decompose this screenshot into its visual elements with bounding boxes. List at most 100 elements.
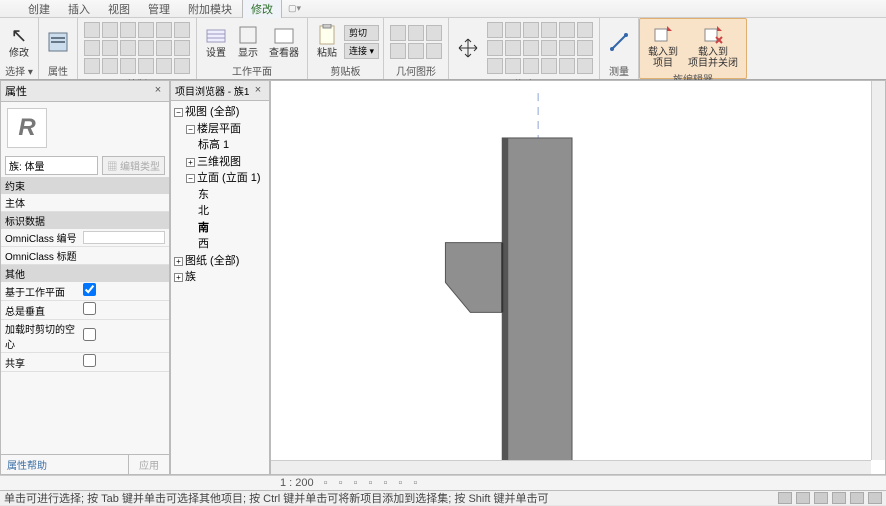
tab-view[interactable]: 视图 bbox=[100, 0, 138, 18]
modify-button[interactable]: ↖ 修改 bbox=[4, 22, 34, 61]
move-button[interactable] bbox=[453, 35, 483, 61]
modify-tool[interactable] bbox=[559, 22, 575, 38]
properties-button[interactable] bbox=[43, 29, 73, 55]
join-button[interactable]: 连接 ▾ bbox=[344, 43, 379, 59]
set-workplane-button[interactable]: 设置 bbox=[201, 22, 231, 61]
tab-manage[interactable]: 管理 bbox=[140, 0, 178, 18]
modify-tool[interactable] bbox=[541, 40, 557, 56]
draw-tool[interactable] bbox=[174, 22, 190, 38]
tree-east[interactable]: 东 bbox=[174, 187, 266, 204]
vertical-scrollbar[interactable] bbox=[871, 81, 885, 460]
draw-tool[interactable] bbox=[120, 40, 136, 56]
modify-tool[interactable] bbox=[487, 40, 503, 56]
group-label-select[interactable]: 选择 ▾ bbox=[4, 63, 34, 79]
draw-tool[interactable] bbox=[84, 22, 100, 38]
tree-south[interactable]: 南 bbox=[174, 220, 266, 237]
tree-views[interactable]: −视图 (全部) bbox=[174, 104, 266, 121]
close-icon[interactable]: × bbox=[251, 84, 265, 98]
type-selector[interactable]: 族: 体量 bbox=[5, 156, 98, 175]
status-icon[interactable] bbox=[850, 492, 864, 504]
draw-tool[interactable] bbox=[156, 22, 172, 38]
draw-tool[interactable] bbox=[156, 58, 172, 74]
ribbon-expand-icon[interactable]: ▢▾ bbox=[288, 3, 301, 14]
drawing-canvas[interactable] bbox=[270, 80, 886, 475]
modify-tool[interactable] bbox=[577, 58, 593, 74]
collapse-icon[interactable]: − bbox=[186, 125, 195, 134]
tree-west[interactable]: 西 bbox=[174, 236, 266, 253]
tab-addins[interactable]: 附加模块 bbox=[180, 0, 240, 18]
modify-tool[interactable] bbox=[487, 58, 503, 74]
cut-checkbox[interactable] bbox=[83, 328, 96, 341]
close-icon[interactable]: × bbox=[151, 84, 165, 98]
draw-tool[interactable] bbox=[120, 58, 136, 74]
modify-tool[interactable] bbox=[577, 22, 593, 38]
geom-tool[interactable] bbox=[390, 43, 406, 59]
horizontal-scrollbar[interactable] bbox=[271, 460, 871, 474]
tree-elevations[interactable]: −立面 (立面 1) bbox=[174, 170, 266, 187]
edit-type-button[interactable]: ▦ 编辑类型 bbox=[102, 156, 165, 175]
geom-tool[interactable] bbox=[408, 25, 424, 41]
modify-tool[interactable] bbox=[523, 22, 539, 38]
draw-tool[interactable] bbox=[120, 22, 136, 38]
show-workplane-button[interactable]: 显示 bbox=[233, 22, 263, 61]
draw-tool[interactable] bbox=[102, 58, 118, 74]
expand-icon[interactable]: + bbox=[186, 158, 195, 167]
modify-tool[interactable] bbox=[487, 22, 503, 38]
status-icon[interactable] bbox=[778, 492, 792, 504]
modify-tool[interactable] bbox=[577, 40, 593, 56]
modify-tool[interactable] bbox=[523, 40, 539, 56]
draw-tool[interactable] bbox=[156, 40, 172, 56]
draw-tool[interactable] bbox=[84, 58, 100, 74]
status-icon[interactable] bbox=[814, 492, 828, 504]
view-controls[interactable]: ▫ ▫ ▫ ▫ ▫ ▫ ▫ bbox=[324, 477, 422, 489]
tab-create[interactable]: 创建 bbox=[20, 0, 58, 18]
geom-tool[interactable] bbox=[390, 25, 406, 41]
modify-tool[interactable] bbox=[541, 58, 557, 74]
shared-checkbox[interactable] bbox=[83, 354, 96, 367]
geom-tool[interactable] bbox=[426, 25, 442, 41]
workplane-checkbox[interactable] bbox=[83, 283, 96, 296]
paste-button[interactable]: 粘贴 bbox=[312, 22, 342, 61]
tab-modify[interactable]: 修改 bbox=[242, 0, 282, 18]
collapse-icon[interactable]: − bbox=[186, 174, 195, 183]
draw-tool[interactable] bbox=[138, 22, 154, 38]
modify-tool[interactable] bbox=[559, 40, 575, 56]
load-into-project-button[interactable]: 载入到 项目 bbox=[644, 21, 682, 71]
omni-number-input[interactable] bbox=[83, 231, 165, 244]
draw-tool[interactable] bbox=[102, 22, 118, 38]
modify-tool[interactable] bbox=[523, 58, 539, 74]
properties-help-link[interactable]: 属性帮助 bbox=[1, 455, 128, 474]
cut-button[interactable]: 剪切 bbox=[344, 25, 379, 41]
tree-3dviews[interactable]: +三维视图 bbox=[174, 154, 266, 171]
tab-insert[interactable]: 插入 bbox=[60, 0, 98, 18]
viewer-button[interactable]: 查看器 bbox=[265, 22, 303, 61]
modify-tool[interactable] bbox=[559, 58, 575, 74]
apply-button[interactable]: 应用 bbox=[128, 455, 169, 474]
status-icon[interactable] bbox=[868, 492, 882, 504]
modify-tool[interactable] bbox=[505, 40, 521, 56]
tree-families[interactable]: +族 bbox=[174, 269, 266, 286]
geom-tool[interactable] bbox=[408, 43, 424, 59]
draw-tool[interactable] bbox=[174, 40, 190, 56]
scale-selector[interactable]: 1 : 200 bbox=[280, 477, 314, 489]
tree-floorplans[interactable]: −楼层平面 bbox=[174, 121, 266, 138]
tree-level1[interactable]: 标高 1 bbox=[174, 137, 266, 154]
load-close-button[interactable]: 载入到 项目并关闭 bbox=[684, 21, 742, 71]
geom-tool[interactable] bbox=[426, 43, 442, 59]
draw-tool[interactable] bbox=[84, 40, 100, 56]
status-icon[interactable] bbox=[796, 492, 810, 504]
modify-tool[interactable] bbox=[505, 22, 521, 38]
draw-tool[interactable] bbox=[138, 40, 154, 56]
modify-tool[interactable] bbox=[505, 58, 521, 74]
tree-sheets[interactable]: +图纸 (全部) bbox=[174, 253, 266, 270]
draw-tool[interactable] bbox=[138, 58, 154, 74]
draw-tool[interactable] bbox=[174, 58, 190, 74]
expand-icon[interactable]: + bbox=[174, 257, 183, 266]
measure-button[interactable] bbox=[604, 29, 634, 55]
tree-north[interactable]: 北 bbox=[174, 203, 266, 220]
collapse-icon[interactable]: − bbox=[174, 108, 183, 117]
status-icon[interactable] bbox=[832, 492, 846, 504]
modify-tool[interactable] bbox=[541, 22, 557, 38]
expand-icon[interactable]: + bbox=[174, 273, 183, 282]
vertical-checkbox[interactable] bbox=[83, 302, 96, 315]
